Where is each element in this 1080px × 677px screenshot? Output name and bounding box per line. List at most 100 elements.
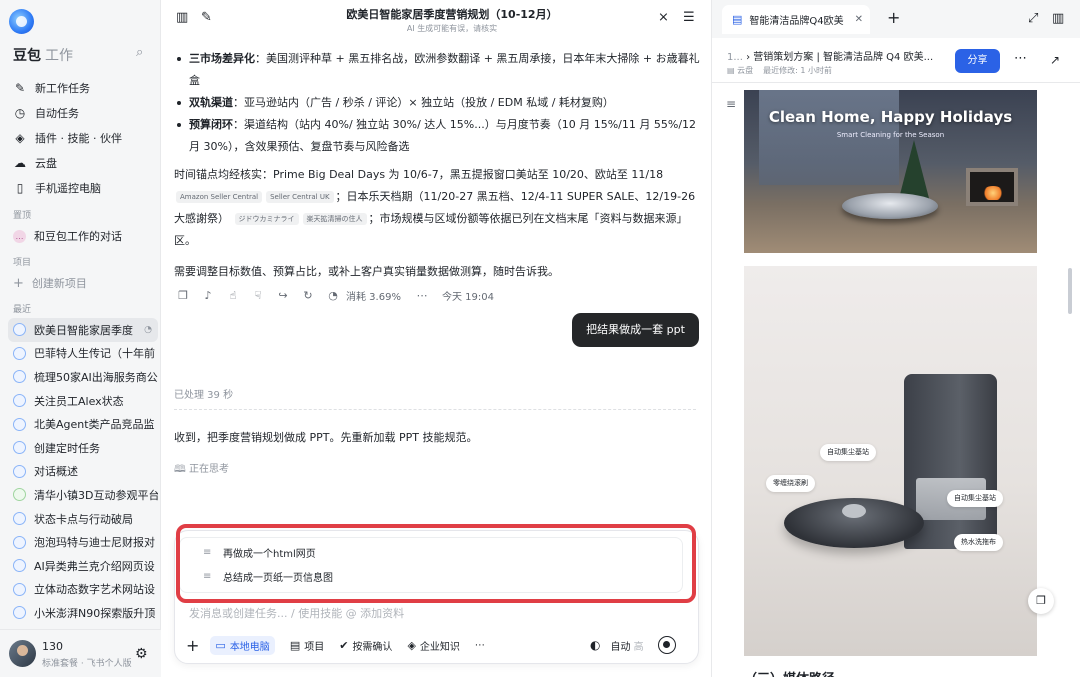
brand-sub: 工作 [45,48,73,64]
task-icon [13,464,26,478]
project-button[interactable]: ▤ 项目 [290,638,324,653]
recent-label: 北美Agent类产品竞品监 [34,418,155,432]
projects-title: 项目 [13,258,32,268]
source-tag[interactable]: ジドウカミナライ [234,213,299,225]
list-item: 预算闭环：渠道结构（站内 40%/ 独立站 30%/ 达人 15%...）与月度… [174,114,700,158]
source-tag[interactable]: Seller Central UK [266,191,334,203]
recent-item[interactable]: 状态卡点与行动破局 [8,507,158,531]
recent-label: 巴菲特人生传记（十年前 [34,347,155,361]
bullet-head: 三市场差异化 [189,52,255,65]
nav-label: 插件 · 技能 · 伙伴 [35,131,122,145]
thumbs-up-icon[interactable]: ☝ [226,289,240,302]
recent-item[interactable]: 小米澎湃N90探索版升顶 [8,601,158,625]
scrollbar[interactable] [1068,268,1072,314]
more-icon[interactable]: ⋯ [1014,51,1027,66]
nav-auto-task[interactable]: ◷ 自动任务 [13,100,153,125]
task-icon [13,417,26,431]
nav-label: 自动任务 [35,106,79,120]
share-icon[interactable]: ↪ [276,289,290,302]
close-icon[interactable]: ✕ [855,14,863,25]
tab-document[interactable]: ▤ 智能清洁品牌Q4欧美 ✕ [722,5,870,34]
plus-icon[interactable]: + [186,636,199,655]
search-icon[interactable]: ⌕ [136,46,150,60]
toc-icon[interactable]: ≡ [726,97,736,111]
recent-item[interactable]: 欧美日智能家居季度 ◔ [8,318,158,342]
edit-icon: ✎ [14,80,26,95]
nav-cloud[interactable]: ☁ 云盘 [13,150,153,175]
app-window: 豆包 工作 ⌕ ✎ 新工作任务 ◷ 自动任务 ◈ 插件 · 技能 · 伙伴 ☁ 云盘 ▯ 手… [0,0,1080,677]
document-panel: ▤ 智能清洁品牌Q4欧美 ✕ + ⤢ ▥ 1... › 营销策划方案 | 智能清洁品… [711,0,1080,677]
recent-item[interactable]: 清华小镇3D互动参观平台 [8,483,158,507]
assistant-message: 三市场差异化：美国测评种草 + 黑五排名战，欧洲参数翻译 + 黑五周承接，日本年… [174,48,700,283]
confirm-button[interactable]: ✔ 按需确认 [339,638,392,653]
new-project-button[interactable]: + 创建新项目 [13,275,87,291]
copy-icon[interactable]: ❐ [176,289,190,302]
nav-phone-remote[interactable]: ▯ 手机遥控电脑 [13,175,153,200]
speaker-icon[interactable]: ♪ [201,289,215,302]
plus-icon: + [13,275,24,291]
recent-item[interactable]: 关注员工Alex状态 [8,389,158,413]
more-icon[interactable]: ⋯ [415,289,429,302]
brand-name: 豆包 [13,48,41,64]
nav-plugins[interactable]: ◈ 插件 · 技能 · 伙伴 [13,125,153,150]
settings-list-icon[interactable]: ☰ [683,11,695,25]
app-logo[interactable] [9,9,34,34]
gear-icon[interactable]: ⚙ [135,646,148,662]
check-icon: ✔ [339,638,349,652]
modified-label: 最近修改: 1 小时前 [763,66,832,75]
chat-title[interactable]: 欧美日智能家居季度营销规划（10-12月） [312,6,592,22]
regenerate-icon[interactable]: ↻ [301,289,315,302]
recent-item[interactable]: 梳理50家AI出海服务商公 [8,365,158,389]
recent-item[interactable]: 巴菲特人生传记（十年前 [8,342,158,366]
composer-tools: + ▭ 本地电脑 ▤ 项目 ✔ 按需确认 ◈ 企业知识 ⋯ [186,635,500,655]
float-action-icon[interactable]: ❐ [1028,588,1054,614]
mode-select[interactable]: 自动 高 [610,638,643,653]
composer-right: ◐ 自动 高 [590,635,676,655]
new-chat-icon[interactable]: ✎ [201,11,212,25]
breadcrumb[interactable]: 1... › 营销策划方案 | 智能清洁品牌 Q4 欧美... [727,48,947,63]
recent-label: 泡泡玛特与迪士尼财报对 [34,536,155,550]
panel-toggle-icon[interactable]: ▥ [1052,11,1064,26]
recent-item[interactable]: 泡泡玛特与迪士尼财报对 [8,530,158,554]
tool-label: 按需确认 [352,641,393,653]
processed-time[interactable]: 已处理 39 秒 [174,386,233,401]
bullet-head: 双轨渠道 [189,96,233,109]
thinking-status: 🕮 正在思考 [174,460,229,479]
tab-bar: ▤ 智能清洁品牌Q4欧美 ✕ + ⤢ ▥ [712,0,1080,38]
knowledge-button[interactable]: ◈ 企业知识 [407,638,459,653]
pinned-item[interactable]: … 和豆包工作的对话 [13,224,153,248]
avatar[interactable] [9,640,36,667]
assistant-reply: 收到，把季度营销规划做成 PPT。先重新加载 PPT 技能规范。 [174,431,478,444]
banner-title: Clean Home, Happy Holidays [768,108,1013,126]
nav-new-task[interactable]: ✎ 新工作任务 [13,75,153,100]
nav-label: 云盘 [35,156,57,170]
recent-item[interactable]: AI异类弗兰克介绍网页设 [8,554,158,578]
user-footer: 130 标准套餐 · 飞书个人版 ⚙ [0,629,161,677]
recent-item[interactable]: 对话概述 [8,460,158,484]
sidebar-toggle-icon[interactable]: ▥ [176,11,188,25]
nav-label: 手机遥控电脑 [35,181,101,195]
share-button[interactable]: 分享 [955,49,1000,73]
folder-icon: ▤ [727,66,738,75]
user-message: 把结果做成一套 ppt [572,313,699,347]
recent-item[interactable]: 北美Agent类产品竞品监 [8,412,158,436]
recent-item[interactable]: 立体动态数字艺术网站设 [8,578,158,602]
bullet-text: ：美国测评种草 + 黑五排名战，欧洲参数翻译 + 黑五周承接，日本年末大掃除 +… [189,52,700,87]
collapse-icon[interactable]: ⤢ [1028,11,1038,26]
thumbs-down-icon[interactable]: ☟ [251,289,265,302]
source-tag[interactable]: 楽天拡清掃の住人 [302,213,367,225]
mode-label: 自动 [610,641,631,653]
mute-icon[interactable]: ⨯ [658,11,669,25]
feature-label: 自动集尘基站 [947,490,1003,507]
message-input[interactable]: 发消息或创建任务... / 使用技能 @ 添加资料 [189,605,404,621]
divider [712,82,1080,83]
tab-label: 智能清洁品牌Q4欧美 [749,16,844,27]
local-pc-button[interactable]: ▭ 本地电脑 [210,635,275,655]
stop-button[interactable] [657,636,676,654]
open-external-icon[interactable]: ↗ [1050,53,1060,67]
list-item: 双轨渠道：亚马逊站内（广告 / 秒杀 / 评论）× 独立站（投放 / EDM 私… [174,92,700,114]
recent-item[interactable]: 创建定时任务 [8,436,158,460]
plus-icon[interactable]: + [887,8,900,27]
more-icon[interactable]: ⋯ [475,640,485,651]
source-tag[interactable]: Amazon Seller Central [176,191,263,203]
